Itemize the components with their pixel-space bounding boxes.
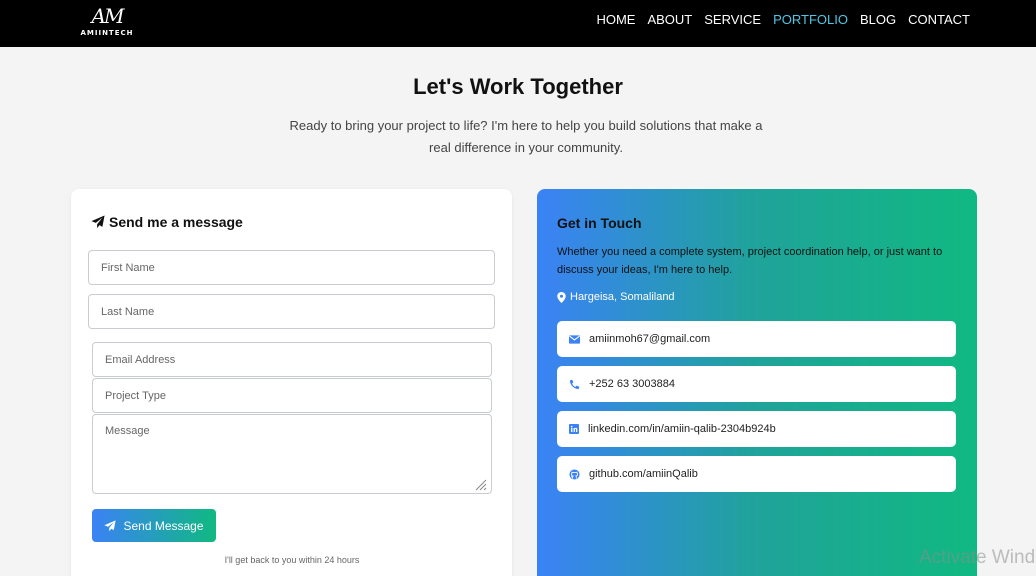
form-heading: Send me a message <box>91 214 243 230</box>
logo-mark: AM <box>91 4 125 28</box>
send-message-label: Send Message <box>123 518 204 533</box>
location-text: Hargeisa, Somaliland <box>570 291 675 303</box>
linkedin-contact[interactable]: linkedin.com/in/amiin-qalib-2304b924b <box>557 411 956 447</box>
main-nav: HOME ABOUT SERVICE PORTFOLIO BLOG CONTAC… <box>584 12 970 28</box>
navbar: AM AMIINTECH HOME ABOUT SERVICE PORTFOLI… <box>0 0 1036 47</box>
github-icon <box>569 468 580 480</box>
contact-info-card: Get in Touch Whether you need a complete… <box>537 189 977 576</box>
last-name-input[interactable] <box>88 294 495 329</box>
nav-portfolio[interactable]: PORTFOLIO <box>773 12 848 28</box>
page-title: Let's Work Together <box>413 74 623 99</box>
form-heading-label: Send me a message <box>109 214 243 230</box>
nav-home[interactable]: HOME <box>596 12 635 28</box>
project-type-input[interactable] <box>92 378 492 413</box>
email-contact-text: amiinmoh67@gmail.com <box>589 333 711 345</box>
info-description: Whether you need a complete system, proj… <box>557 246 943 276</box>
phone-icon <box>569 379 580 389</box>
send-message-button[interactable]: Send Message <box>92 509 216 542</box>
info-title: Get in Touch <box>557 215 642 231</box>
reply-note: I'll get back to you within 24 hours <box>224 555 360 565</box>
location: Hargeisa, Somaliland <box>557 291 675 303</box>
phone-contact[interactable]: +252 63 3003884 <box>557 366 956 402</box>
github-contact-text: github.com/amiinQalib <box>589 468 698 480</box>
paper-plane-icon <box>104 519 117 531</box>
resize-grip-icon[interactable] <box>473 477 487 491</box>
phone-contact-text: +252 63 3003884 <box>589 378 675 390</box>
email-contact[interactable]: amiinmoh67@gmail.com <box>557 321 956 357</box>
email-input[interactable] <box>92 342 492 377</box>
activate-windows-watermark: Activate Windows <box>919 547 1036 568</box>
nav-blog[interactable]: BLOG <box>860 12 896 28</box>
logo-text: AMIINTECH <box>80 29 134 37</box>
map-pin-icon <box>557 291 566 303</box>
nav-about[interactable]: ABOUT <box>647 12 692 28</box>
logo[interactable]: AM AMIINTECH <box>78 3 136 41</box>
paper-plane-icon <box>91 215 105 229</box>
linkedin-icon <box>569 424 579 434</box>
linkedin-contact-text: linkedin.com/in/amiin-qalib-2304b924b <box>588 423 776 435</box>
message-textarea[interactable] <box>92 414 492 494</box>
github-contact[interactable]: github.com/amiinQalib <box>557 456 956 492</box>
page-subtitle: Ready to bring your project to life? I'm… <box>289 118 763 155</box>
nav-service[interactable]: SERVICE <box>704 12 761 28</box>
envelope-icon <box>569 334 580 344</box>
first-name-input[interactable] <box>88 250 495 285</box>
nav-contact[interactable]: CONTACT <box>908 12 970 28</box>
